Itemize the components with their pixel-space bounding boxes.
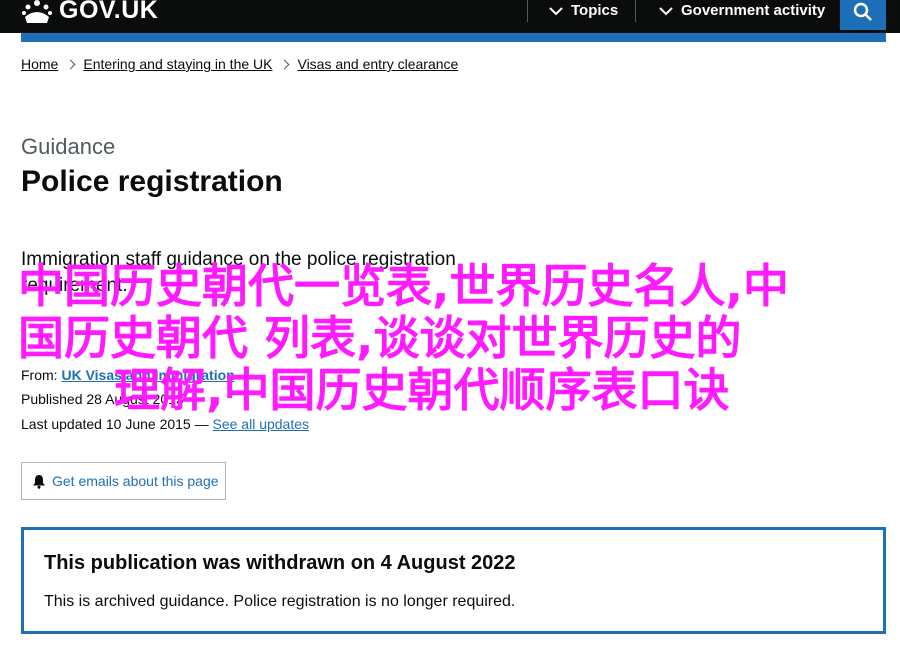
govuk-logo-link[interactable]: GOV.UK: [21, 0, 158, 25]
get-emails-button[interactable]: Get emails about this page: [21, 462, 226, 500]
breadcrumb-visas-link[interactable]: Visas and entry clearance: [297, 56, 458, 72]
header-blue-stripe: [21, 33, 886, 42]
breadcrumb-entering-staying-link[interactable]: Entering and staying in the UK: [83, 56, 272, 72]
get-emails-label: Get emails about this page: [52, 473, 219, 489]
meta-from-label: From:: [21, 367, 58, 383]
chevron-right-icon: [280, 59, 290, 69]
nav-divider: [527, 0, 528, 22]
chevron-down-icon: [549, 6, 563, 15]
withdrawn-notice-title: This publication was withdrawn on 4 Augu…: [44, 552, 516, 574]
see-all-updates-link[interactable]: See all updates: [213, 416, 310, 432]
chevron-right-icon: [65, 59, 76, 69]
meta-updated: Last updated 10 June 2015 — See all upda…: [21, 416, 309, 432]
withdrawn-notice-body: This is archived guidance. Police regist…: [44, 593, 516, 610]
nav-divider: [635, 0, 636, 22]
page-caption: Guidance: [21, 134, 116, 159]
meta-published-value: 28 August 2013: [86, 391, 184, 407]
meta-updated-value: 10 June 2015: [105, 416, 191, 432]
page-lead: Immigration staff guidance on the police…: [21, 249, 456, 296]
withdrawn-notice: This publication was withdrawn on 4 Augu…: [21, 527, 886, 634]
nav-government-activity-label: Government activity: [681, 2, 826, 19]
bell-icon: [33, 474, 45, 489]
search-icon: [853, 2, 872, 21]
breadcrumb: Home Entering and staying in the UK Visa…: [21, 56, 458, 72]
meta-updated-label: Last updated: [21, 416, 102, 432]
meta-published: Published 28 August 2013: [21, 391, 184, 407]
meta-updated-separator: —: [194, 416, 209, 432]
search-button[interactable]: [840, 0, 886, 30]
meta-from-link[interactable]: UK Visas and Immigration: [61, 367, 234, 383]
crown-icon: [22, 0, 52, 23]
nav-government-activity-button[interactable]: Government activity: [659, 2, 825, 19]
overlay-line: 国历史朝代 列表,谈谈对世界历史的: [18, 311, 742, 365]
nav-topics-label: Topics: [571, 2, 619, 19]
nav-topics-button[interactable]: Topics: [549, 2, 618, 19]
breadcrumb-home-link[interactable]: Home: [21, 56, 58, 72]
page-title: Police registration: [21, 165, 283, 198]
site-header: GOV.UK Topics Government activity: [0, 0, 900, 33]
logo-text: GOV.UK: [59, 0, 159, 24]
chevron-down-icon: [659, 6, 673, 15]
meta-published-label: Published: [21, 391, 83, 407]
meta-from: From: UK Visas and Immigration: [21, 367, 235, 383]
